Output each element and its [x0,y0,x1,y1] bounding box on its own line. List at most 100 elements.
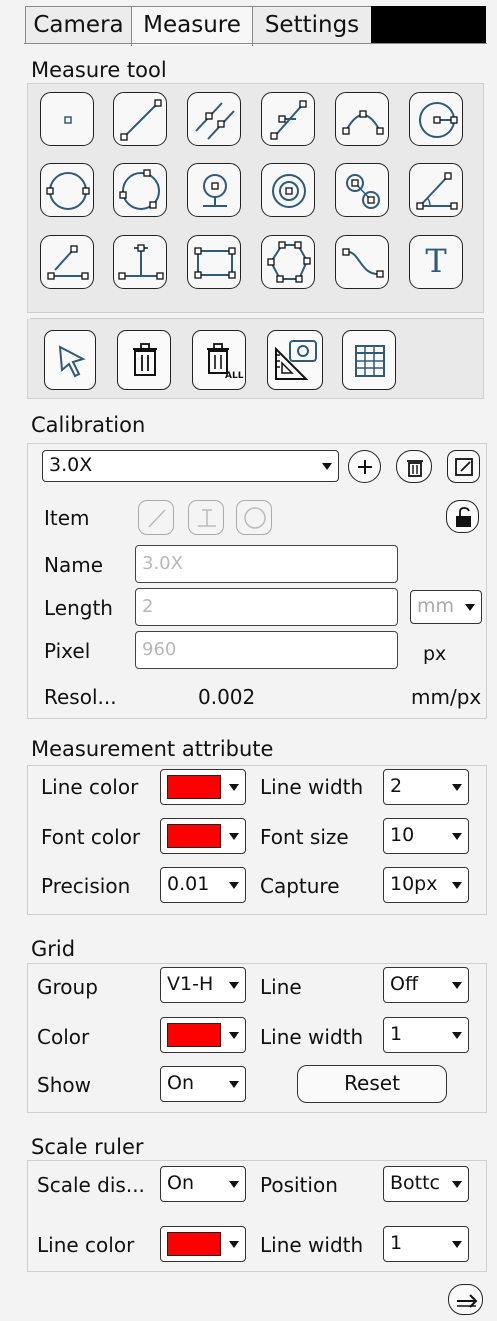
resolution-label: Resol... [44,685,117,709]
text-icon: T [425,242,447,280]
select-button[interactable] [44,330,96,390]
line-width-select[interactable]: 2 [383,769,469,805]
resolution-unit: mm/px [411,685,482,709]
tab-camera[interactable]: Camera [25,6,132,44]
line-icon [120,99,162,141]
arrow-right-icon [457,1294,478,1308]
calibration-line-item-button[interactable] [138,500,174,535]
grid-show-select[interactable]: On [160,1066,246,1102]
curve-tool-button[interactable] [335,235,389,289]
text-tool-button[interactable]: T [409,235,463,289]
chevron-down-icon [229,1181,239,1188]
line-color-label: Line color [41,775,139,799]
circle-center-radius-icon [419,102,458,138]
delete-icon [133,343,157,376]
chevron-down-icon [229,982,239,989]
snapshot-measure-button[interactable] [267,330,323,390]
add-calibration-button[interactable] [348,450,381,483]
calibration-select[interactable]: 3.0X [42,450,339,482]
table-button[interactable] [342,330,396,390]
delete-all-button[interactable]: ALL [192,330,246,390]
edit-icon [455,458,473,476]
position-select[interactable]: Bottc [383,1166,469,1202]
lock-button[interactable] [446,500,479,533]
calibration-title: Calibration [31,413,146,437]
grid-line-select[interactable]: Off [383,967,469,1003]
delete-all-icon: ALL [207,343,244,381]
line-height-tool-button[interactable] [113,235,167,289]
pixel-field[interactable]: 960 [135,631,398,669]
grid-group-value: V1-H [167,973,214,995]
two-circles-tool-button[interactable] [335,163,389,217]
grid-color-label: Color [37,1025,90,1049]
circle-center-tool-button[interactable] [187,163,241,217]
circle-three-point-tool-button[interactable] [113,163,167,217]
grid-line-value: Off [390,973,419,995]
scale-line-width-select[interactable]: 1 [383,1226,469,1262]
polygon-tool-button[interactable] [261,235,315,289]
grid-reset-button[interactable]: Reset [297,1065,447,1103]
grid-line-width-label: Line width [260,1025,364,1049]
name-label: Name [44,553,104,577]
edit-calibration-button[interactable] [447,450,480,483]
rectangle-tool-button[interactable] [187,235,241,289]
parallel-lines-tool-button[interactable] [187,92,241,146]
chevron-down-icon [452,1181,462,1188]
tab-settings[interactable]: Settings [252,6,372,44]
chevron-down-icon [452,982,462,989]
point-tool-button[interactable] [40,92,94,146]
two-circles-distance-icon [346,174,380,209]
delete-calibration-button[interactable] [396,450,432,483]
collapse-panel-button[interactable] [448,1284,483,1315]
scale-ruler-title: Scale ruler [31,1135,144,1159]
grid-line-width-select[interactable]: 1 [383,1017,469,1053]
scale-line-width-value: 1 [390,1232,403,1254]
calibration-select-value: 3.0X [49,454,93,476]
grid-line-width-value: 1 [390,1023,403,1045]
circle-two-point-tool-button[interactable] [40,163,94,217]
perpendicular-line-tool-button[interactable] [261,92,315,146]
position-label: Position [260,1173,338,1197]
show-label: Show [37,1073,91,1097]
precision-select[interactable]: 0.01 [160,867,246,903]
item-label: Item [44,506,90,530]
scale-display-select[interactable]: On [160,1166,246,1202]
calibration-circle-item-button[interactable] [236,500,272,535]
capture-value: 10px [390,873,438,895]
calibration-height-item-button[interactable] [188,500,224,535]
scale-line-color-select[interactable] [160,1226,246,1262]
circle-radius-tool-button[interactable] [409,92,463,146]
font-size-select[interactable]: 10 [383,818,469,854]
grid-group-select[interactable]: V1-H [160,967,246,1003]
color-swatch [167,1023,221,1047]
polygon-icon [267,241,311,283]
grid-color-select[interactable] [160,1017,246,1053]
chevron-down-icon [229,833,239,840]
font-color-select[interactable] [160,818,246,854]
concentric-circles-icon [272,174,306,208]
chevron-down-icon [452,1032,462,1039]
length-unit-select[interactable]: mm [410,590,482,624]
line-color-select[interactable] [160,769,246,805]
group-label: Group [37,975,98,999]
tab-bar: Camera Measure Settings [0,0,497,46]
color-swatch [167,1232,221,1256]
angle-tool-button[interactable] [409,163,463,217]
tab-measure[interactable]: Measure [131,6,253,46]
point-line-distance-tool-button[interactable] [40,235,94,289]
delete-button[interactable] [117,330,171,390]
concentric-circles-tool-button[interactable] [261,163,315,217]
measure-tool-title: Measure tool [31,58,167,82]
rectangle-icon [194,247,236,279]
name-field[interactable]: 3.0X [135,545,398,583]
line-tool-button[interactable] [113,92,167,146]
line-height-icon [118,244,164,280]
capture-select[interactable]: 10px [383,867,469,903]
tab-bar-empty [371,6,486,44]
arc-tool-button[interactable] [335,92,389,146]
length-field[interactable]: 2 [135,588,398,626]
font-size-label: Font size [260,825,349,849]
precision-label: Precision [41,874,131,898]
line-width-label: Line width [260,775,364,799]
chevron-down-icon [229,882,239,889]
